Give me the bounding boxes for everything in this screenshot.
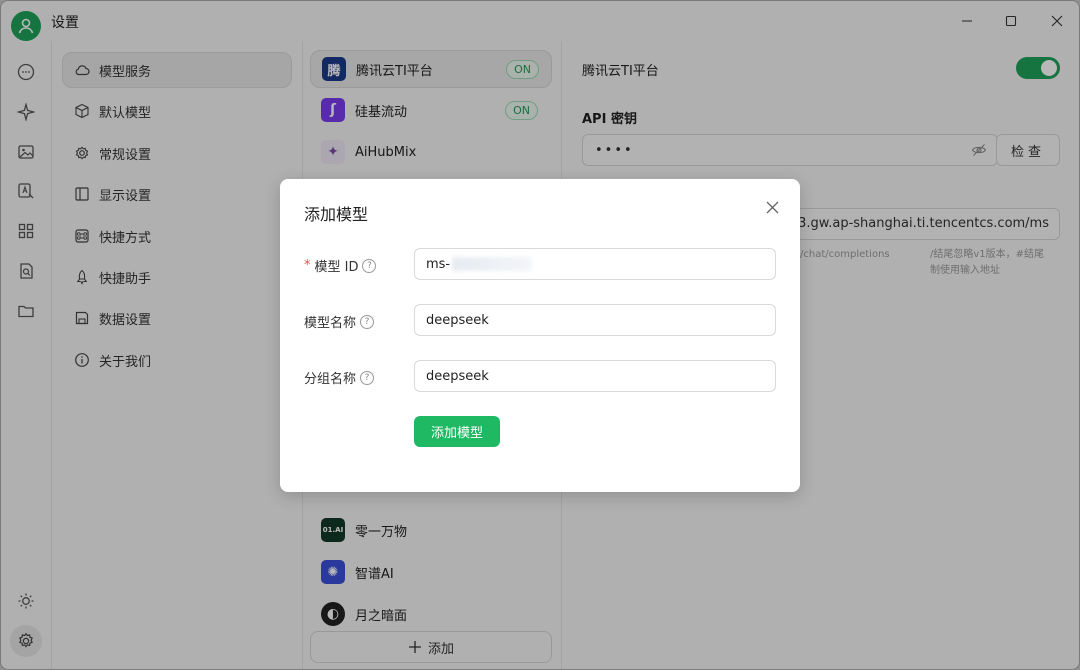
add-model-submit-button[interactable]: 添加模型 (414, 416, 500, 447)
model-name-value: deepseek (426, 312, 489, 328)
model-id-label-text: 模型 ID (314, 260, 359, 275)
modal-overlay[interactable]: 添加模型 * 模型 ID ? ms- 模型名称 ? deepseek 分组名称 … (0, 0, 1080, 670)
group-name-input[interactable]: deepseek (414, 360, 776, 392)
group-name-label: 分组名称 ? (304, 368, 375, 387)
required-mark: * (304, 258, 311, 273)
help-icon[interactable]: ? (360, 314, 375, 329)
model-name-input[interactable]: deepseek (414, 304, 776, 336)
model-name-label-text: 模型名称 (304, 316, 357, 331)
add-model-dialog: 添加模型 * 模型 ID ? ms- 模型名称 ? deepseek 分组名称 … (280, 179, 800, 492)
help-icon[interactable]: ? (360, 370, 375, 385)
model-id-value: ms- (426, 256, 451, 272)
group-name-value: deepseek (426, 368, 489, 384)
close-icon (766, 201, 778, 213)
model-id-input[interactable]: ms- (414, 248, 776, 280)
dialog-title: 添加模型 (304, 205, 369, 224)
dialog-close-button[interactable] (762, 197, 782, 217)
model-name-label: 模型名称 ? (304, 312, 375, 331)
redacted-text (452, 257, 533, 271)
group-name-label-text: 分组名称 (304, 372, 357, 387)
help-icon[interactable]: ? (362, 258, 377, 273)
model-id-label: * 模型 ID ? (304, 256, 377, 275)
